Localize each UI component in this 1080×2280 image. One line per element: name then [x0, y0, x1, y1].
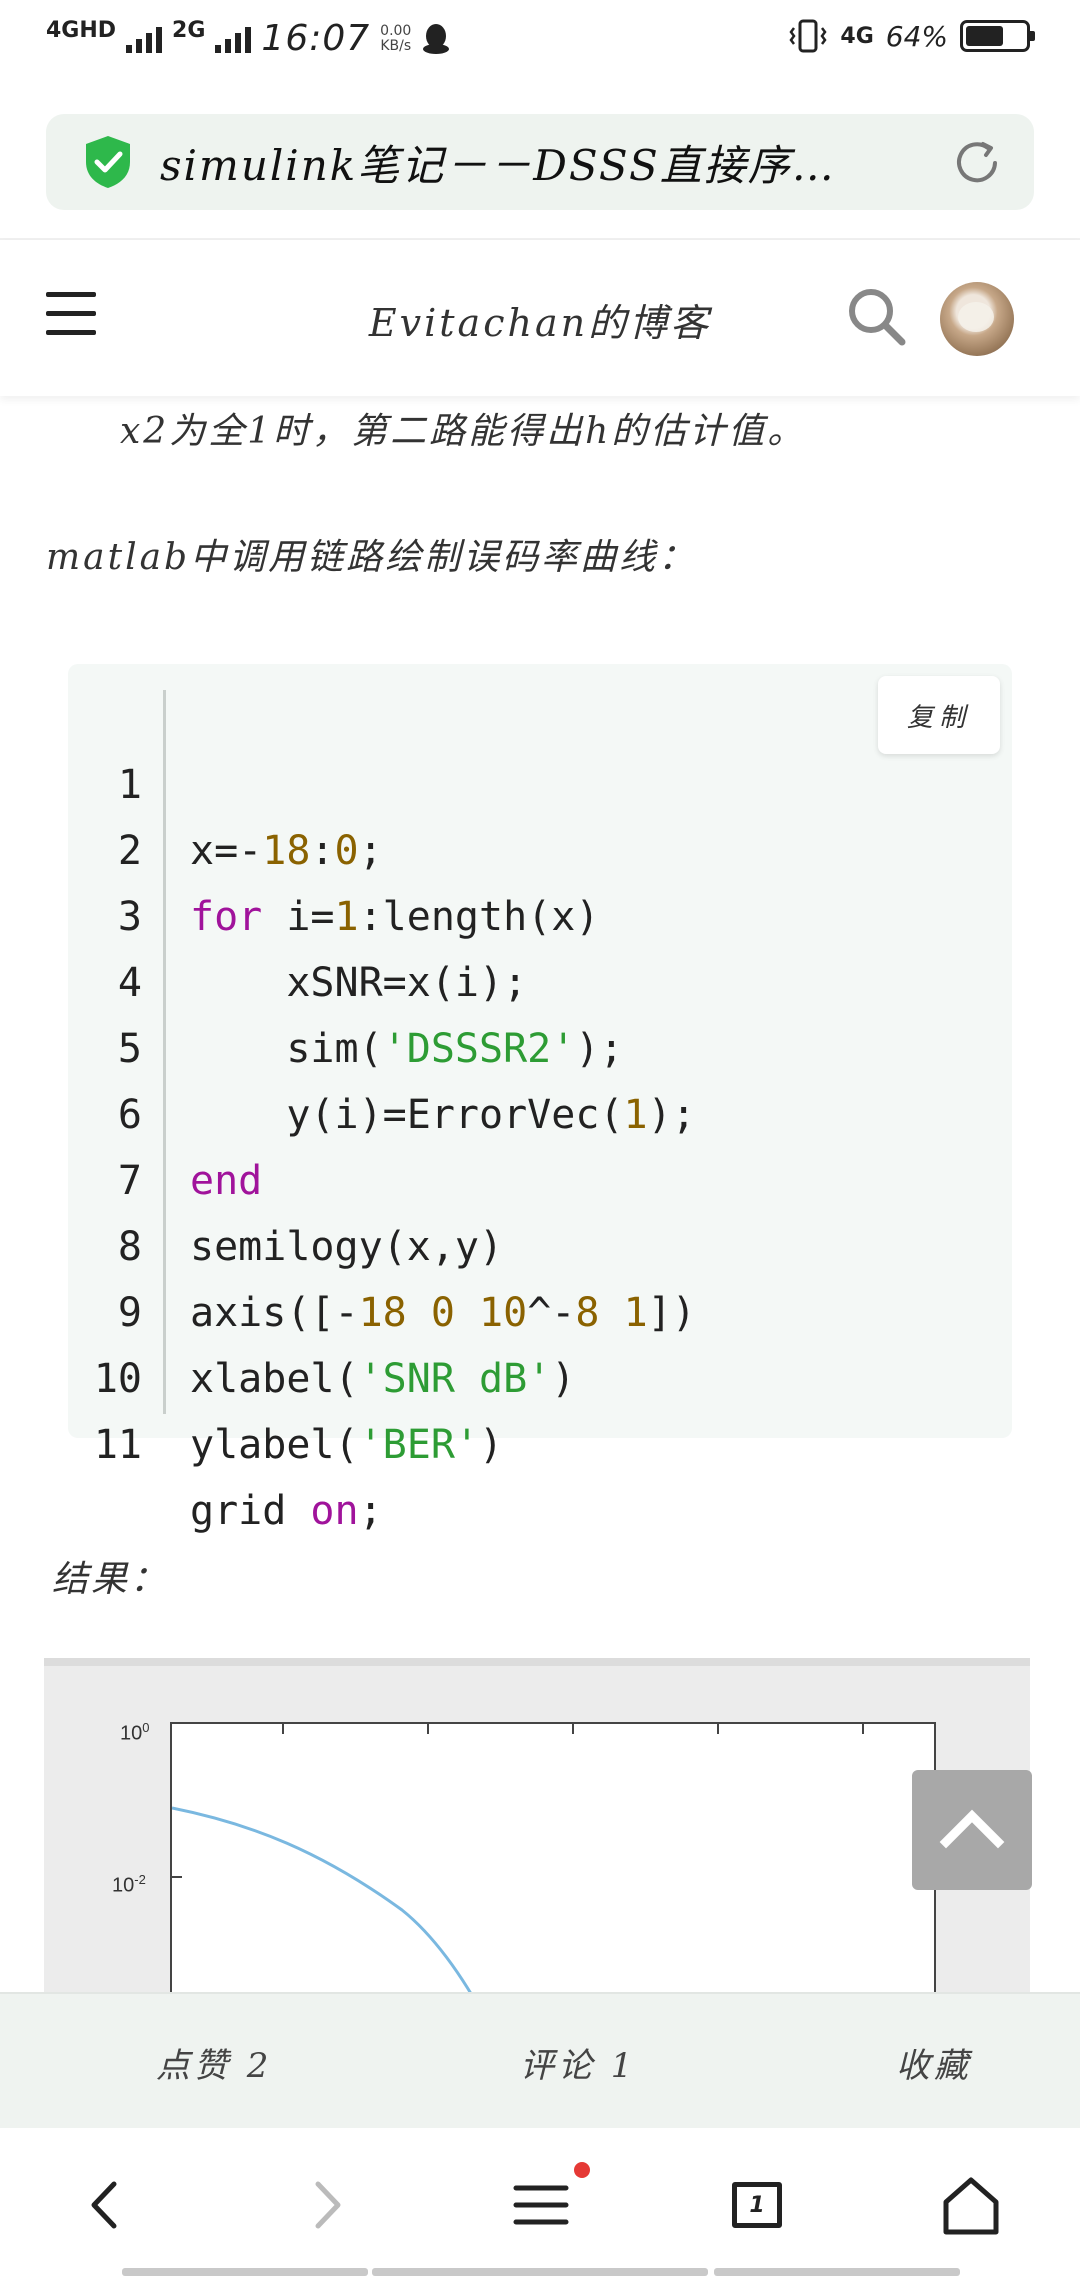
- reload-icon[interactable]: [950, 136, 1004, 190]
- battery-fill: [966, 26, 1004, 46]
- article-paragraph: 结果：: [52, 1559, 170, 1600]
- menu-icon[interactable]: [506, 2170, 576, 2240]
- copy-button[interactable]: 复制: [878, 676, 1000, 754]
- code-line: 10 ylabel('BER'): [68, 1280, 968, 1468]
- code-line: 4 sim('DSSSR2');: [68, 884, 968, 1072]
- result-figure: 100 10-2: [44, 1658, 1030, 2024]
- plot-area: [170, 1722, 936, 2024]
- network-speed: 0.00 KB/s: [380, 22, 412, 54]
- favorite-button[interactable]: 收藏: [896, 2038, 972, 2087]
- back-arrow-icon[interactable]: [72, 2170, 142, 2240]
- avatar[interactable]: [940, 282, 1014, 356]
- site-header: Evitachan的博客: [0, 240, 1080, 396]
- browser-nav-bar: [0, 2128, 1080, 2280]
- code-token: on: [310, 1488, 359, 1534]
- code-line: 8 axis([-18 0 10^-8 1]): [68, 1148, 968, 1336]
- scroll-to-top-button[interactable]: [912, 1770, 1032, 1890]
- code-line: 7 semilogy(x,y): [68, 1082, 968, 1270]
- network-label-2: 2G: [172, 18, 206, 43]
- article-paragraph: x2为全1时，第二路能得出h的估计值。: [120, 411, 807, 452]
- status-left: 4GHD 2G 16:07 0.00 KB/s: [46, 18, 451, 59]
- address-bar[interactable]: simulink笔记－－DSSS直接序…: [46, 114, 1034, 210]
- clock: 16:07: [261, 18, 371, 59]
- ber-curve: [172, 1806, 490, 2024]
- line-number: 11: [93, 1422, 142, 1468]
- site-title[interactable]: Evitachan的博客: [0, 292, 1080, 347]
- code-line: 1 x=-18:0;: [68, 686, 968, 874]
- network-label-right: 4G: [840, 23, 874, 49]
- battery-icon: [960, 20, 1035, 52]
- speed-value: 0.00: [380, 22, 412, 39]
- gesture-bar: [122, 2268, 368, 2276]
- gesture-bar: [714, 2268, 960, 2276]
- code-line: 5 y(i)=ErrorVec(1);: [68, 950, 968, 1138]
- code-line: 11 grid on;: [68, 1346, 968, 1534]
- forward-arrow-icon[interactable]: [290, 2170, 360, 2240]
- article-paragraph: matlab中调用链路绘制误码率曲线：: [46, 537, 698, 578]
- code-token: ;: [358, 1488, 383, 1534]
- gesture-bar: [372, 2268, 708, 2276]
- chevron-up-icon: [939, 1809, 1005, 1849]
- shield-check-icon: [86, 136, 130, 188]
- home-icon[interactable]: [936, 2170, 1006, 2240]
- code-token: ylabel(: [190, 1422, 359, 1468]
- tabs-button[interactable]: 1: [732, 2182, 782, 2228]
- code-line: 3 xSNR=x(i);: [68, 818, 968, 1006]
- battery-percent: 64%: [885, 19, 948, 53]
- search-icon[interactable]: [844, 284, 908, 348]
- url-title[interactable]: simulink笔记－－DSSS直接序…: [160, 132, 920, 193]
- code-token: grid: [190, 1488, 311, 1534]
- status-bar: 4GHD 2G 16:07 0.00 KB/s 4G 64%: [0, 0, 1080, 80]
- code-token: 'BER': [358, 1422, 479, 1468]
- code-line: 2 for i=1:length(x): [68, 752, 968, 940]
- code-line: 9 xlabel('SNR dB'): [68, 1214, 968, 1402]
- status-right: 4G 64%: [788, 18, 1035, 54]
- network-label-1: 4GHD: [46, 18, 117, 43]
- code-token: ): [479, 1422, 504, 1468]
- signal-icon: [126, 25, 163, 53]
- ytick-label: 10-2: [112, 1872, 146, 1897]
- ytick-label: 100: [120, 1720, 150, 1745]
- qq-icon: [423, 23, 450, 54]
- signal-icon-2: [215, 25, 252, 53]
- vibrate-icon: [789, 19, 827, 53]
- notification-dot: [574, 2162, 590, 2178]
- comment-button[interactable]: 评论 1: [520, 2038, 636, 2087]
- action-bar: 点赞 2 评论 1 收藏: [0, 1992, 1080, 2128]
- code-line: 6 end: [68, 1016, 968, 1204]
- like-button[interactable]: 点赞 2: [156, 2038, 272, 2087]
- speed-unit: KB/s: [380, 37, 412, 54]
